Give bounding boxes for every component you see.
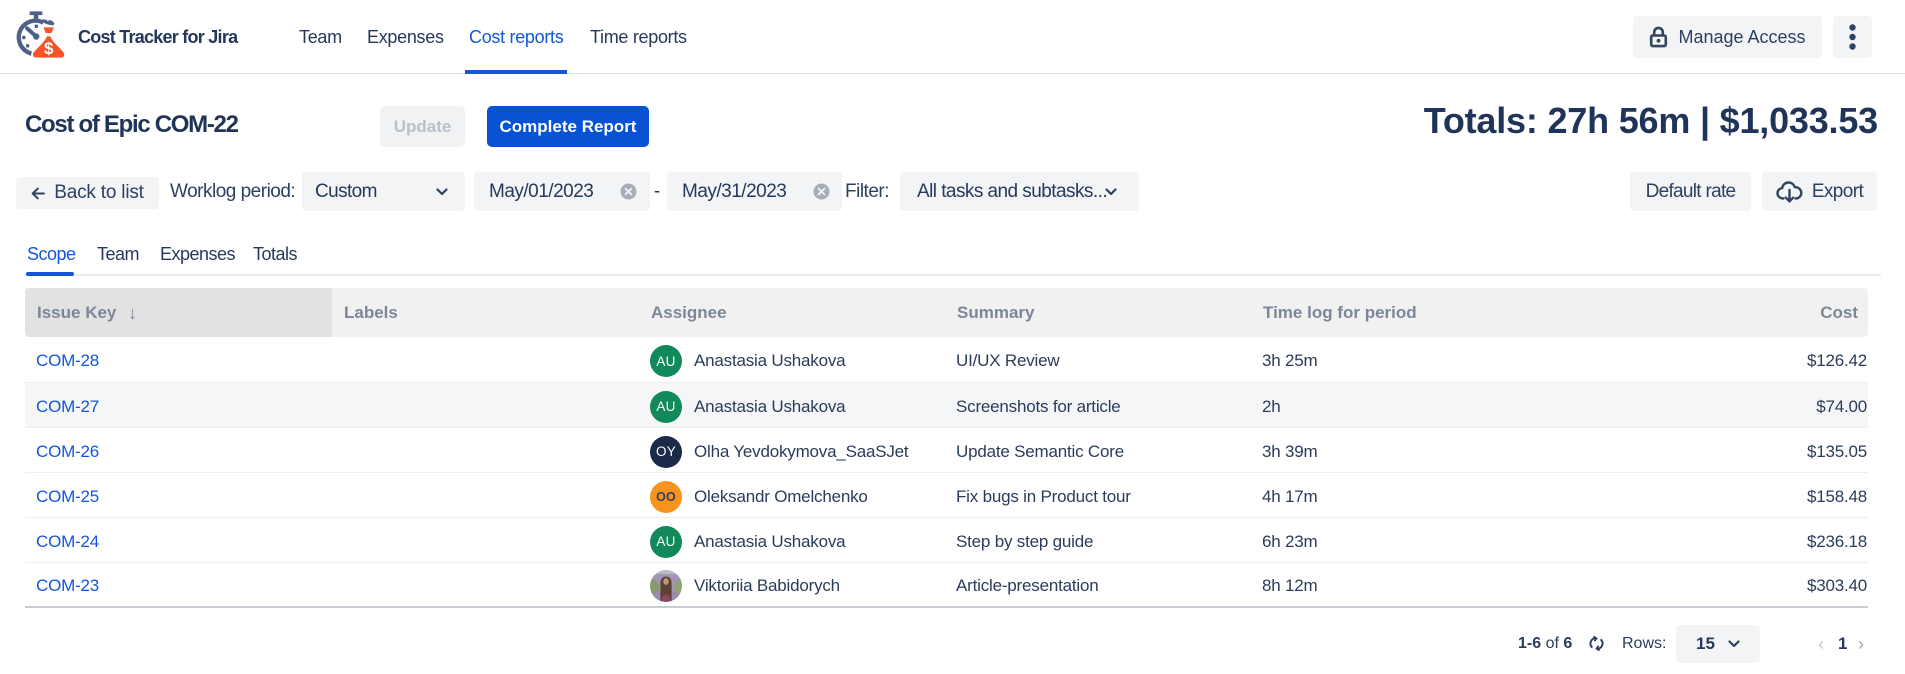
svg-text:$: $ (44, 39, 54, 58)
